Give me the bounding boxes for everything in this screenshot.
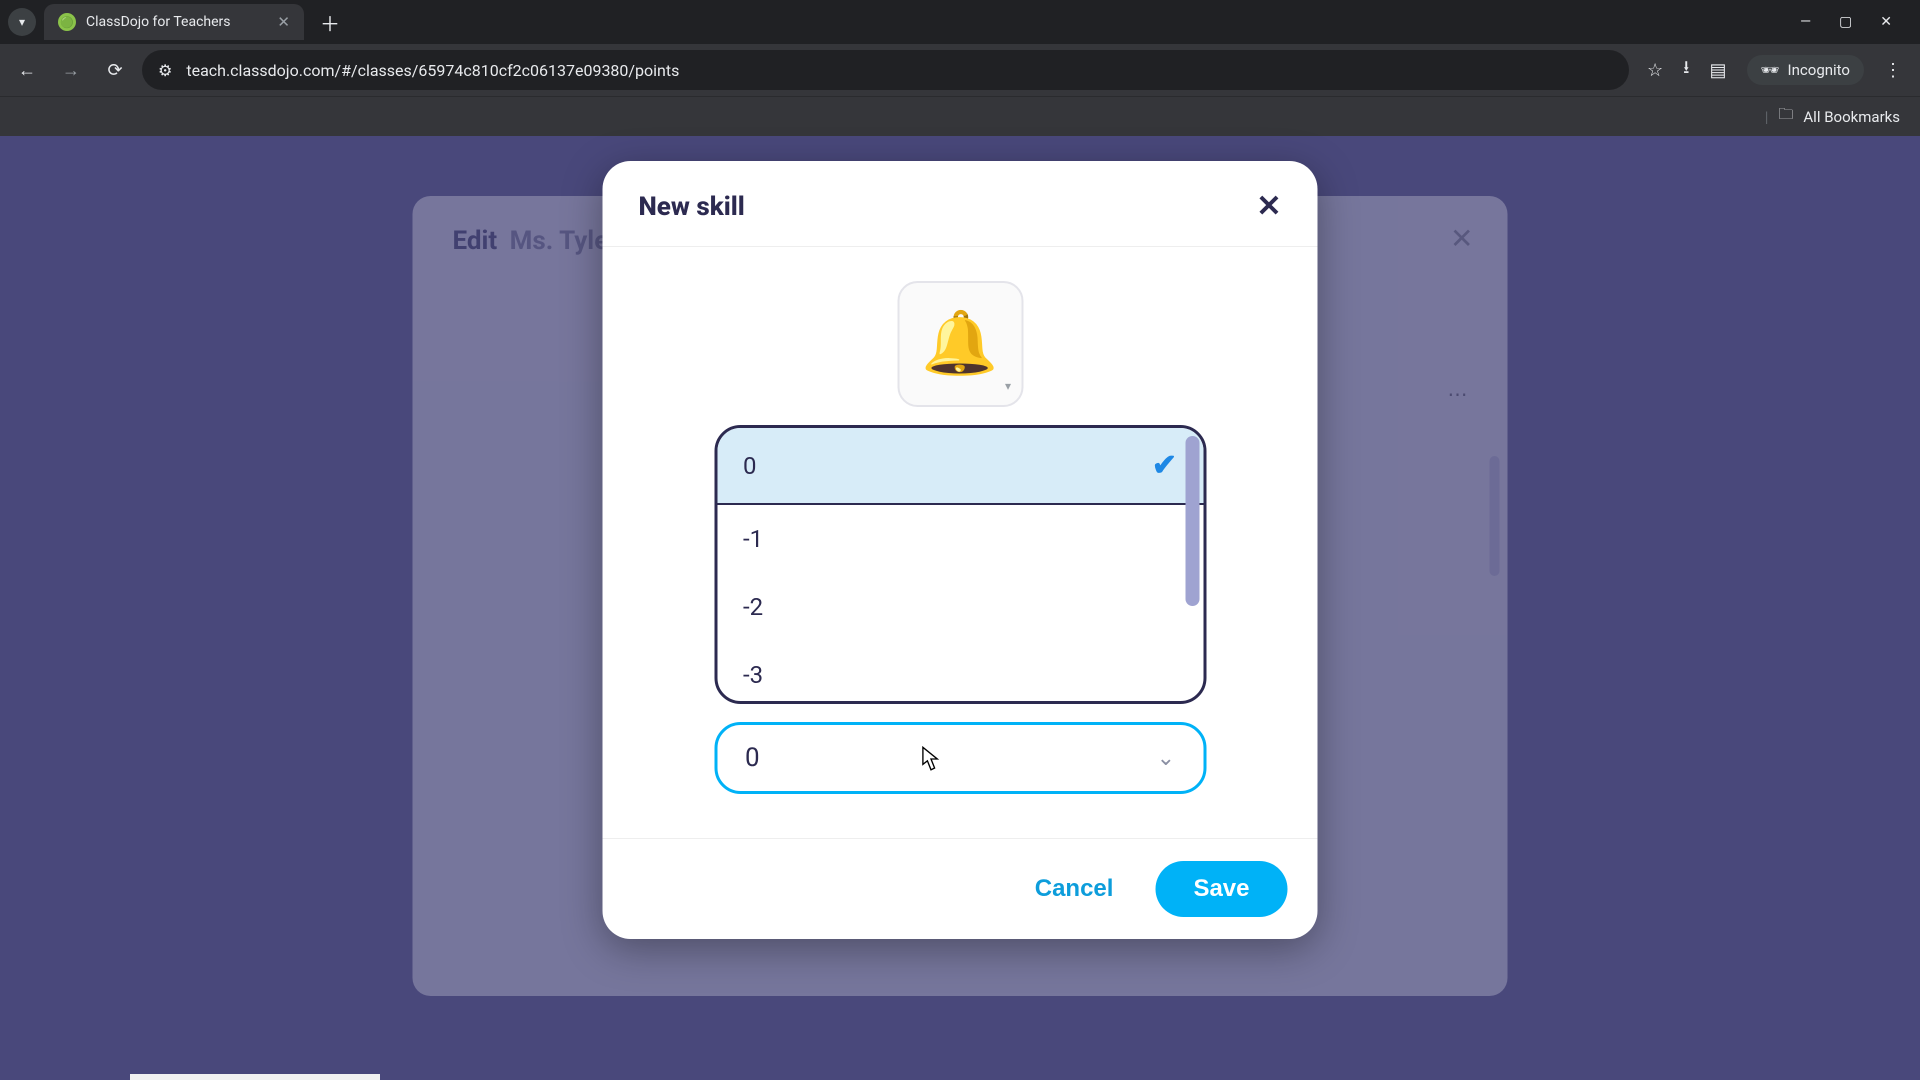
points-dropdown-listbox[interactable]: 0 ✔ -1 -2 -3: [714, 425, 1206, 704]
minimize-icon[interactable]: —: [1800, 14, 1811, 30]
option-0[interactable]: 0 ✔: [717, 428, 1203, 505]
tab-title: ClassDojo for Teachers: [86, 14, 267, 30]
points-select[interactable]: 0 ⌄: [714, 722, 1206, 794]
cancel-button[interactable]: Cancel: [1021, 865, 1128, 913]
listbox-scrollbar[interactable]: [1185, 436, 1199, 606]
new-skill-modal: New skill ✕ 🔔 ▾ 0 ✔ -1 -2 -3: [603, 161, 1318, 939]
option-minus-1[interactable]: -1: [717, 505, 1203, 573]
skill-icon-picker[interactable]: 🔔 ▾: [897, 281, 1023, 407]
close-tab-icon[interactable]: ✕: [277, 13, 290, 31]
chevron-down-icon: ⌄: [1157, 746, 1175, 771]
close-icon[interactable]: ✕: [1256, 189, 1281, 224]
forward-button[interactable]: →: [54, 53, 88, 87]
tab-search-dropdown[interactable]: ▾: [8, 8, 36, 36]
incognito-label: Incognito: [1788, 61, 1850, 79]
kebab-menu-icon[interactable]: ⋮: [1884, 60, 1902, 81]
favicon-icon: 🟢: [58, 13, 76, 31]
bookmark-star-icon[interactable]: ☆: [1647, 60, 1663, 81]
overflow-menu-icon: ⋯: [1448, 382, 1468, 406]
points-select-value: 0: [745, 743, 760, 773]
modal-body: 🔔 ▾ 0 ✔ -1 -2 -3 0: [603, 247, 1318, 838]
all-bookmarks-link[interactable]: All Bookmarks: [1803, 108, 1900, 126]
check-icon: ✔: [1152, 448, 1177, 483]
incognito-icon: 🕶: [1761, 61, 1780, 79]
new-tab-button[interactable]: ＋: [312, 8, 348, 37]
bell-icon: 🔔: [921, 313, 998, 375]
caret-down-icon: ▾: [1005, 379, 1011, 393]
window-controls: — ▢ ✕: [1800, 14, 1912, 30]
option-label: -1: [743, 525, 763, 553]
downloads-icon[interactable]: ⭳: [1683, 55, 1689, 85]
option-minus-2[interactable]: -2: [717, 573, 1203, 641]
modal-header: New skill ✕: [603, 161, 1318, 247]
save-button[interactable]: Save: [1155, 861, 1287, 917]
close-window-icon[interactable]: ✕: [1880, 14, 1892, 30]
browser-tab[interactable]: 🟢 ClassDojo for Teachers ✕: [44, 4, 304, 40]
page-viewport: Edit Ms. Tyler's ✕ ⋯ New skill ✕ 🔔 ▾ 0 ✔…: [0, 136, 1920, 1080]
modal-title: New skill: [639, 192, 745, 222]
reading-list-icon[interactable]: ▤: [1709, 60, 1726, 81]
option-label: -3: [743, 661, 763, 689]
url-text: teach.classdojo.com/#/classes/65974c810c…: [186, 61, 679, 80]
modal-footer: Cancel Save: [603, 838, 1318, 939]
browser-chrome: ▾ 🟢 ClassDojo for Teachers ✕ ＋ — ▢ ✕ ← →…: [0, 0, 1920, 136]
toolbar: ← → ⟳ ⚙ teach.classdojo.com/#/classes/65…: [0, 44, 1920, 96]
toolbar-right: ☆ ⭳ ▤ 🕶 Incognito ⋮: [1639, 55, 1910, 85]
option-label: 0: [743, 452, 757, 480]
background-scrollbar: [1490, 456, 1500, 576]
bookmarks-bar: | 🗀 All Bookmarks: [0, 96, 1920, 136]
folder-icon: 🗀: [1778, 104, 1793, 129]
edit-modal-title-prefix: Edit: [453, 226, 498, 256]
reload-button[interactable]: ⟳: [98, 53, 132, 87]
option-label: -2: [743, 593, 763, 621]
option-minus-3[interactable]: -3: [717, 641, 1203, 701]
separator: |: [1765, 108, 1769, 126]
tab-strip: ▾ 🟢 ClassDojo for Teachers ✕ ＋ — ▢ ✕: [0, 0, 1920, 44]
omnibox[interactable]: ⚙ teach.classdojo.com/#/classes/65974c81…: [142, 50, 1629, 90]
maximize-icon[interactable]: ▢: [1839, 14, 1852, 30]
site-settings-icon[interactable]: ⚙: [158, 61, 172, 80]
back-button[interactable]: ←: [10, 53, 44, 87]
taskbar-sliver: [130, 1074, 380, 1080]
incognito-chip[interactable]: 🕶 Incognito: [1747, 55, 1865, 85]
edit-modal-close-icon: ✕: [1450, 222, 1473, 255]
